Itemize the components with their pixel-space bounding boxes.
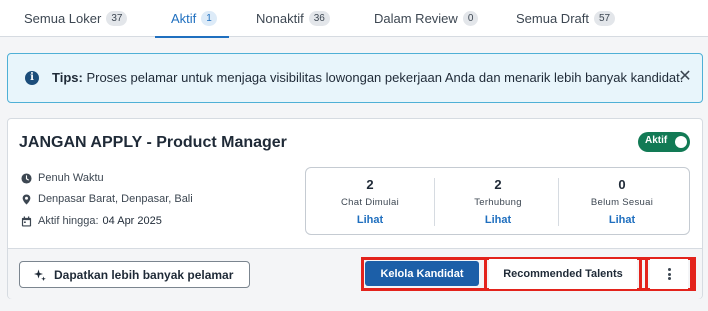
sparkle-icon bbox=[34, 269, 46, 281]
view-link[interactable]: Lihat bbox=[306, 214, 434, 226]
get-more-applicants-button[interactable]: Dapatkan lebih banyak pelamar bbox=[19, 261, 250, 288]
tab-count-badge: 1 bbox=[201, 11, 217, 26]
tab-count-badge: 57 bbox=[593, 11, 616, 26]
tab-label: Nonaktif bbox=[256, 11, 304, 26]
employment-type: Penuh Waktu bbox=[21, 172, 104, 184]
tab-label: Semua Loker bbox=[24, 11, 102, 26]
clock-icon bbox=[21, 172, 32, 184]
more-options-icon[interactable] bbox=[650, 259, 688, 289]
status-toggle-label: Aktif bbox=[645, 135, 668, 146]
stat-value: 0 bbox=[618, 177, 626, 192]
job-card-footer: Dapatkan lebih banyak pelamar Kelola Kan… bbox=[8, 248, 702, 299]
tab-label: Dalam Review bbox=[374, 11, 458, 26]
stat-label: Chat Dimulai bbox=[341, 197, 399, 208]
tips-banner: i Tips: Proses pelamar untuk menjaga vis… bbox=[7, 53, 703, 103]
job-location: Denpasar Barat, Denpasar, Bali bbox=[21, 193, 193, 205]
info-icon: i bbox=[25, 71, 39, 85]
job-card: JANGAN APPLY - Product Manager Aktif Pen… bbox=[7, 118, 703, 299]
stat-label: Terhubung bbox=[474, 197, 522, 208]
calendar-icon bbox=[21, 215, 32, 227]
stat-belum-sesuai: 0 Belum Sesuai Lihat bbox=[558, 168, 686, 236]
active-tab-indicator bbox=[155, 36, 229, 38]
manage-candidates-button[interactable]: Kelola Kandidat bbox=[365, 261, 479, 286]
stat-value: 2 bbox=[494, 177, 502, 192]
job-status-tabs: Semua Loker 37 Aktif 1 Nonaktif 36 Dalam… bbox=[0, 0, 708, 38]
view-link[interactable]: Lihat bbox=[558, 214, 686, 226]
candidate-stats: 2 Chat Dimulai Lihat 2 Terhubung Lihat 0… bbox=[305, 167, 690, 235]
location-pin-icon bbox=[22, 193, 31, 205]
tab-label: Aktif bbox=[171, 11, 197, 26]
tab-semua-loker[interactable]: Semua Loker 37 bbox=[24, 0, 128, 37]
tips-text: Proses pelamar untuk menjaga visibilitas… bbox=[86, 70, 684, 85]
job-title[interactable]: JANGAN APPLY - Product Manager bbox=[19, 134, 287, 152]
tips-label: Tips: bbox=[52, 70, 83, 85]
get-more-applicants-label: Dapatkan lebih banyak pelamar bbox=[54, 267, 234, 282]
tips-message: Tips: Proses pelamar untuk menjaga visib… bbox=[52, 70, 683, 85]
view-link[interactable]: Lihat bbox=[434, 214, 562, 226]
tab-count-badge: 0 bbox=[462, 11, 479, 26]
stat-label: Belum Sesuai bbox=[590, 197, 654, 208]
tab-semua-draft[interactable]: Semua Draft 57 bbox=[516, 0, 616, 37]
active-until: Aktif hingga: 04 Apr 2025 bbox=[21, 215, 162, 227]
active-until-date: 04 Apr 2025 bbox=[102, 215, 162, 227]
status-toggle[interactable]: Aktif bbox=[638, 132, 690, 152]
active-until-label: Aktif hingga: bbox=[38, 215, 99, 227]
stat-value: 2 bbox=[366, 177, 374, 192]
close-icon[interactable]: ✕ bbox=[677, 68, 693, 86]
tab-label: Semua Draft bbox=[516, 11, 589, 26]
tab-nonaktif[interactable]: Nonaktif 36 bbox=[256, 0, 330, 37]
tab-count-badge: 36 bbox=[308, 11, 330, 26]
toggle-knob bbox=[675, 136, 687, 148]
recommended-talents-button[interactable]: Recommended Talents bbox=[489, 259, 637, 289]
tab-aktif[interactable]: Aktif 1 bbox=[155, 0, 229, 38]
stat-terhubung: 2 Terhubung Lihat bbox=[434, 168, 562, 236]
stat-chat-dimulai: 2 Chat Dimulai Lihat bbox=[306, 168, 434, 236]
tab-dalam-review[interactable]: Dalam Review 0 bbox=[374, 0, 479, 37]
tab-count-badge: 37 bbox=[106, 11, 128, 26]
job-location-text: Denpasar Barat, Denpasar, Bali bbox=[38, 193, 193, 205]
employment-type-text: Penuh Waktu bbox=[38, 172, 104, 184]
